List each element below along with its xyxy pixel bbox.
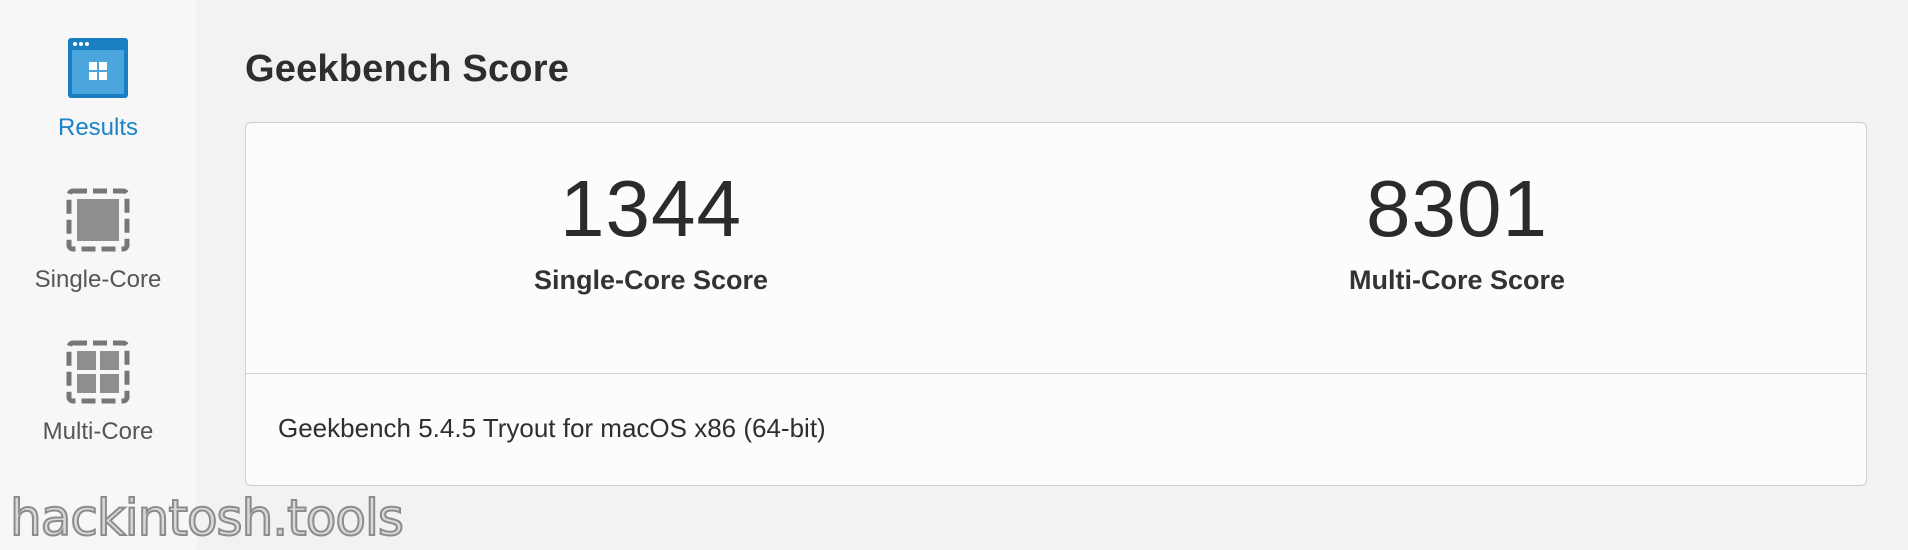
results-icon [68,38,128,98]
multi-core-score-block: 8301 Multi-Core Score [1257,163,1657,296]
sidebar-item-label: Single-Core [34,266,162,293]
multi-core-icon [66,340,130,404]
single-core-icon [66,188,130,252]
multi-core-score-label: Multi-Core Score [1348,265,1566,295]
sidebar: Results Single-Core Multi-Core [0,0,196,550]
multi-core-score-value: 8301 [1366,164,1548,253]
main-content: Geekbench Score 1344 Single-Core Score 8… [196,0,1908,550]
sidebar-item-results[interactable]: Results [0,36,196,142]
single-core-score-label: Single-Core Score [533,265,769,295]
sidebar-item-multi-core[interactable]: Multi-Core [0,340,196,446]
page-title: Geekbench Score [245,48,570,90]
sidebar-item-label: Results [57,114,139,141]
sidebar-item-label: Multi-Core [42,418,154,445]
app-window: Results Single-Core Multi-Core Geekbench… [0,0,1908,550]
score-card: 1344 Single-Core Score 8301 Multi-Core S… [245,122,1867,486]
watermark: hackintosh.tools [9,489,405,547]
scores-section: 1344 Single-Core Score 8301 Multi-Core S… [246,123,1866,374]
version-info: Geekbench 5.4.5 Tryout for macOS x86 (64… [278,413,826,443]
sidebar-item-single-core[interactable]: Single-Core [0,188,196,294]
single-core-score-value: 1344 [560,164,742,253]
single-core-score-block: 1344 Single-Core Score [451,163,851,296]
